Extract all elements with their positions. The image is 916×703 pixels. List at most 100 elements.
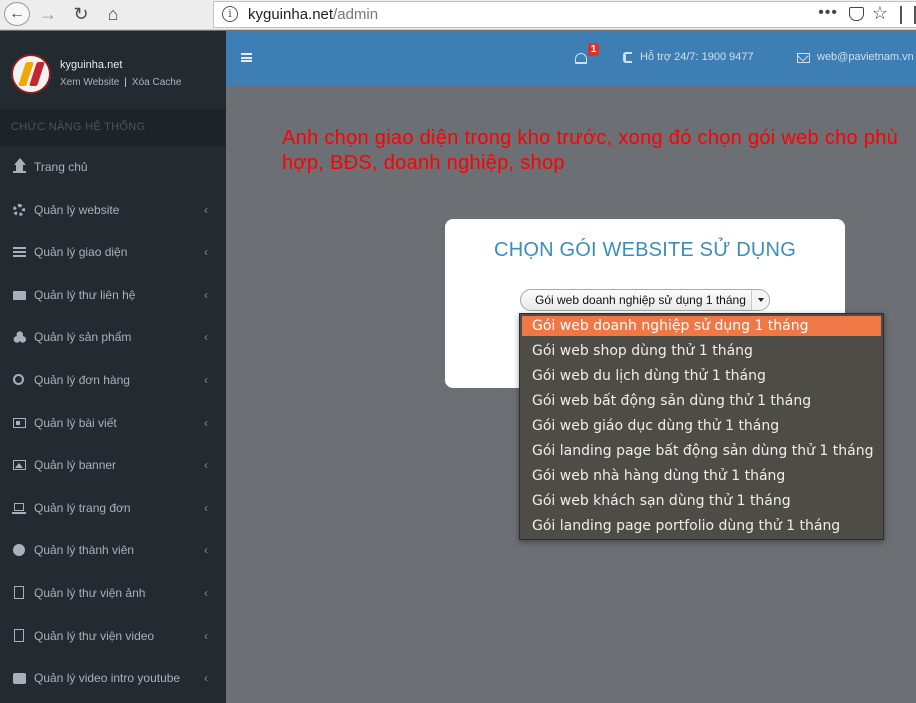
sidebar-item-label: Quản lý banner [34,458,117,473]
sidebar-item-orders[interactable]: Quản lý đơn hàng ‹ [0,359,226,402]
chevron-left-icon: ‹ [204,415,208,430]
bars-icon [13,247,26,258]
pocket-icon[interactable] [849,7,864,21]
forward-button[interactable]: → [36,3,60,25]
sidebar-item-label: Quản lý bài viết [34,415,117,430]
sidebar-section-title: CHỨC NĂNG HỆ THỐNG [0,109,226,146]
hamburger-menu-icon[interactable] [241,53,252,62]
dropdown-option[interactable]: Gói web du lịch dùng thử 1 tháng [522,364,881,389]
back-button[interactable]: ← [4,2,30,26]
chevron-left-icon: ‹ [204,585,208,600]
browser-toolbar: ← → ↻ ⌂ i kyguinha.net/admin ••• ☆ [0,0,916,30]
chevron-left-icon: ‹ [204,372,208,387]
notification-badge: 1 [588,43,599,56]
sidebar-item-label: Quản lý thư viện ảnh [34,585,146,600]
site-links: Xem Website | Xóa Cache [60,77,181,88]
support-email[interactable]: web@pavietnam.vn [817,51,914,63]
sidebar-item-contact[interactable]: Quản lý thư liên hệ ‹ [0,274,226,317]
sidebar-item-label: Quản lý website [34,202,120,217]
sidebar-item-youtube[interactable]: Quản lý video intro youtube ‹ [0,657,226,700]
sidebar-item-label: Quản lý thư liên hệ [34,287,136,302]
package-dropdown-list: Gói web doanh nghiệp sử dụng 1 tháng Gói… [519,313,884,540]
site-name: kyguinha.net [60,59,123,71]
select-value: Gói web doanh nghiệp sử dụng 1 tháng [535,293,746,307]
sidebar-item-products[interactable]: Quản lý sản phẩm ‹ [0,316,226,359]
modal-title: CHỌN GÓI WEBSITE SỬ DỤNG [494,239,796,261]
sidebar-item-home[interactable]: Trang chủ [0,146,226,189]
sidebar-item-label: Quản lý đơn hàng [34,372,130,387]
sidebar-item-videos[interactable]: Quản lý thư viện video ‹ [0,615,226,658]
file-video-icon [14,628,24,642]
image-icon [13,460,26,471]
user-circle-icon [13,544,25,557]
top-navbar: 1 Hỗ trợ 24/7: 1900 9477 web@pavietnam.v… [226,31,916,85]
sidebar-item-members[interactable]: Quản lý thành viên ‹ [0,529,226,572]
url-text[interactable]: kyguinha.net/admin [248,6,378,23]
cubes-icon [13,331,26,344]
youtube-icon [13,673,26,685]
home-icon: ⌂ [107,4,119,24]
gears-icon [13,203,25,216]
envelope-icon [13,290,26,300]
support-hotline: Hỗ trợ 24/7: 1900 9477 [640,51,754,63]
url-domain: kyguinha.net [248,6,334,23]
chevron-left-icon: ‹ [204,245,208,260]
library-icon[interactable] [900,6,916,24]
annotation-text: Anh chọn giao diện trong kho trước, xong… [282,127,899,174]
sidebar-item-theme[interactable]: Quản lý giao diện ‹ [0,231,226,274]
page-actions-icon[interactable]: ••• [818,4,838,22]
link-separator: | [124,77,127,88]
chevron-left-icon: ‹ [204,202,208,217]
home-icon [13,158,26,173]
reload-button[interactable]: ↻ [69,3,93,25]
url-path: /admin [333,6,379,23]
info-icon[interactable]: i [222,6,238,22]
chevron-left-icon: ‹ [204,458,208,473]
arrow-right-icon: → [39,4,57,24]
chevron-left-icon: ‹ [204,500,208,515]
bell-icon[interactable] [575,53,587,64]
dropdown-option[interactable]: Gói web nhà hàng dùng thử 1 tháng [522,464,881,489]
chevron-left-icon: ‹ [204,287,208,302]
sidebar-item-label: Quản lý thành viên [34,543,135,558]
home-button[interactable]: ⌂ [101,3,125,25]
phone-icon [623,52,632,63]
dropdown-option[interactable]: Gói web bất động sản dùng thử 1 tháng [522,389,881,414]
dropdown-option[interactable]: Gói web giáo dục dùng thử 1 tháng [522,414,881,439]
arrow-left-icon: ← [9,5,25,22]
site-logo[interactable] [11,54,51,94]
laptop-icon [12,502,26,514]
chevron-left-icon: ‹ [204,671,208,686]
chevron-left-icon: ‹ [204,543,208,558]
sidebar-item-gallery[interactable]: Quản lý thư viện ảnh ‹ [0,572,226,615]
dropdown-option[interactable]: Gói landing page portfolio dùng thử 1 th… [522,514,881,539]
view-website-link[interactable]: Xem Website [60,77,119,88]
sidebar-item-posts[interactable]: Quản lý bài viết ‹ [0,402,226,445]
sidebar-item-label: Quản lý trang đơn [34,500,131,515]
reload-icon: ↻ [73,4,89,24]
sidebar: kyguinha.net Xem Website | Xóa Cache CHỨC … [0,31,226,703]
chevron-left-icon: ‹ [204,330,208,345]
chevron-down-icon[interactable] [751,290,769,310]
circle-icon [13,373,24,385]
sidebar-item-label: Quản lý thư viện video [34,628,155,643]
dropdown-option[interactable]: Gói landing page bất động sản dùng thử 1… [522,439,881,464]
newspaper-icon [13,417,26,428]
sidebar-header: kyguinha.net Xem Website | Xóa Cache [0,31,226,109]
dropdown-option[interactable]: Gói web doanh nghiệp sử dụng 1 tháng [522,316,881,336]
file-image-icon [14,585,24,599]
package-select[interactable]: Gói web doanh nghiệp sử dụng 1 tháng [520,289,770,311]
dropdown-option[interactable]: Gói web shop dùng thử 1 tháng [522,339,881,364]
sidebar-item-label: Quản lý giao diện [34,245,128,260]
chevron-left-icon: ‹ [204,628,208,643]
sidebar-item-label: Trang chủ [34,160,88,174]
sidebar-item-label: Quản lý video intro youtube [34,671,181,686]
bookmark-star-icon[interactable]: ☆ [872,3,888,24]
sidebar-item-banner[interactable]: Quản lý banner ‹ [0,444,226,487]
address-bar[interactable]: i kyguinha.net/admin ••• ☆ [213,1,916,28]
clear-cache-link[interactable]: Xóa Cache [132,77,181,88]
dropdown-option[interactable]: Gói web khách sạn dùng thử 1 tháng [522,489,881,514]
sidebar-item-website[interactable]: Quản lý website ‹ [0,189,226,232]
sidebar-item-label: Quản lý sản phẩm [34,330,132,345]
sidebar-item-pages[interactable]: Quản lý trang đơn ‹ [0,487,226,530]
